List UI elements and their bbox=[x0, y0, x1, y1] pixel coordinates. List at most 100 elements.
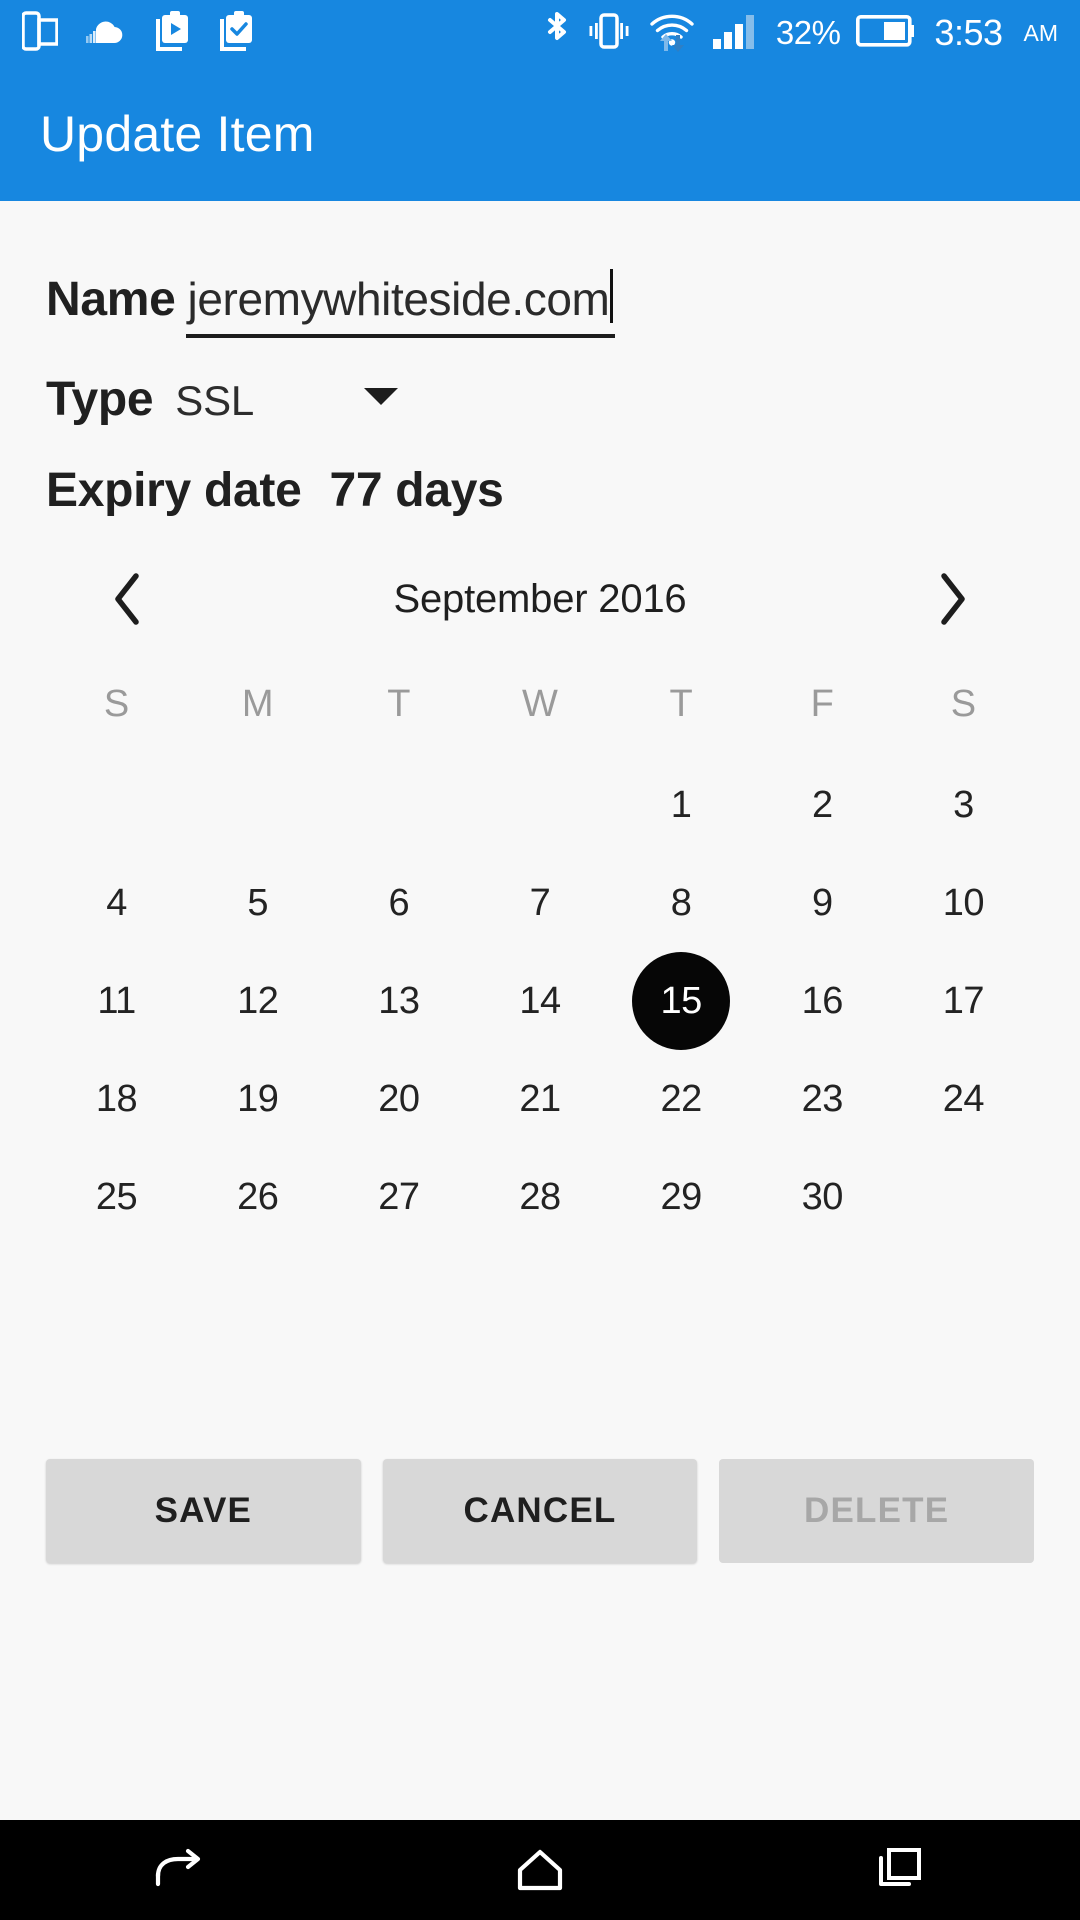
calendar-week-row: 4 5 6 7 8 9 10 bbox=[46, 854, 1034, 952]
expiry-date-label: Expiry date bbox=[46, 464, 302, 517]
save-button[interactable]: SAVE bbox=[46, 1459, 361, 1563]
android-navigation-bar bbox=[0, 1820, 1080, 1920]
calendar-month-label: September 2016 bbox=[393, 576, 687, 621]
day-cell[interactable] bbox=[469, 756, 610, 854]
weekday-label: T bbox=[387, 682, 411, 725]
page-title: Update Item bbox=[40, 105, 315, 162]
day-cell[interactable]: 24 bbox=[893, 1050, 1034, 1148]
wifi-data-icon bbox=[648, 10, 696, 57]
next-month-button[interactable] bbox=[918, 564, 988, 634]
day-cell[interactable]: 2 bbox=[752, 756, 893, 854]
calendar-week-row: 25 26 27 28 29 30 bbox=[46, 1148, 1034, 1246]
day-cell[interactable]: 1 bbox=[611, 756, 752, 854]
multi-window-icon bbox=[21, 10, 59, 56]
day-number: 7 bbox=[529, 881, 551, 924]
day-cell[interactable]: 16 bbox=[752, 952, 893, 1050]
day-cell[interactable]: 5 bbox=[187, 854, 328, 952]
day-number: 19 bbox=[237, 1077, 279, 1120]
day-cell[interactable]: 3 bbox=[893, 756, 1034, 854]
day-cell[interactable]: 11 bbox=[46, 952, 187, 1050]
day-number: 27 bbox=[378, 1175, 420, 1218]
weekday-header-row: S M T W T F S bbox=[46, 652, 1034, 756]
weekday-label: S bbox=[103, 682, 130, 725]
day-cell[interactable]: 30 bbox=[752, 1148, 893, 1246]
day-cell[interactable]: 17 bbox=[893, 952, 1034, 1050]
day-number bbox=[491, 756, 589, 854]
day-cell[interactable]: 29 bbox=[611, 1148, 752, 1246]
day-cell[interactable] bbox=[46, 756, 187, 854]
name-input[interactable]: jeremywhiteside.com bbox=[185, 261, 616, 338]
day-cell[interactable]: 10 bbox=[893, 854, 1034, 952]
day-number: 2 bbox=[811, 783, 833, 826]
status-bar-right-icons: 32% 3:53 AM bbox=[544, 10, 1058, 57]
day-number: 22 bbox=[660, 1077, 702, 1120]
day-cell[interactable] bbox=[893, 1148, 1034, 1246]
day-cell-selected[interactable]: 15 bbox=[611, 952, 752, 1050]
day-cell[interactable]: 7 bbox=[469, 854, 610, 952]
day-cell[interactable]: 20 bbox=[328, 1050, 469, 1148]
day-cell[interactable]: 14 bbox=[469, 952, 610, 1050]
day-number: 12 bbox=[237, 979, 279, 1022]
battery-percent-label: 32% bbox=[775, 14, 841, 51]
weekday-cell: W bbox=[469, 652, 610, 756]
day-cell[interactable]: 26 bbox=[187, 1148, 328, 1246]
day-number bbox=[914, 1148, 1012, 1246]
day-number: 9 bbox=[811, 881, 833, 924]
day-number: 30 bbox=[801, 1175, 844, 1218]
chevron-down-icon[interactable] bbox=[364, 388, 399, 405]
day-number: 16 bbox=[801, 979, 844, 1022]
weekday-cell: S bbox=[46, 652, 187, 756]
name-field-row: Name jeremywhiteside.com bbox=[0, 261, 1080, 338]
weekday-label: T bbox=[669, 682, 693, 725]
action-buttons: SAVE CANCEL DELETE bbox=[0, 1459, 1080, 1563]
weekday-cell: M bbox=[187, 652, 328, 756]
weekday-label: F bbox=[810, 682, 834, 725]
day-cell[interactable]: 9 bbox=[752, 854, 893, 952]
day-number: 1 bbox=[670, 783, 692, 826]
day-number: 3 bbox=[953, 783, 974, 826]
day-cell[interactable]: 25 bbox=[46, 1148, 187, 1246]
back-icon[interactable] bbox=[120, 1820, 240, 1920]
day-number bbox=[209, 756, 307, 854]
day-number bbox=[68, 756, 166, 854]
day-number: 29 bbox=[660, 1175, 702, 1218]
day-number: 10 bbox=[942, 881, 985, 924]
day-cell[interactable]: 8 bbox=[611, 854, 752, 952]
day-number: 23 bbox=[801, 1077, 844, 1120]
day-cell[interactable]: 12 bbox=[187, 952, 328, 1050]
type-field-row[interactable]: Type SSL bbox=[0, 372, 1080, 427]
previous-month-button[interactable] bbox=[92, 564, 162, 634]
day-cell[interactable]: 22 bbox=[611, 1050, 752, 1148]
day-number: 11 bbox=[97, 979, 136, 1022]
day-cell[interactable]: 21 bbox=[469, 1050, 610, 1148]
expiry-days-value: 77 days bbox=[329, 464, 504, 517]
weekday-cell: T bbox=[611, 652, 752, 756]
clipboard-play-icon bbox=[152, 10, 190, 56]
day-cell[interactable]: 27 bbox=[328, 1148, 469, 1246]
day-cell[interactable] bbox=[328, 756, 469, 854]
name-input-value: jeremywhiteside.com bbox=[187, 273, 610, 325]
day-cell[interactable]: 19 bbox=[187, 1050, 328, 1148]
day-cell[interactable]: 13 bbox=[328, 952, 469, 1050]
day-cell[interactable]: 4 bbox=[46, 854, 187, 952]
day-number: 14 bbox=[519, 979, 561, 1022]
type-select-value[interactable]: SSL bbox=[175, 377, 254, 425]
day-cell[interactable] bbox=[187, 756, 328, 854]
day-cell[interactable]: 28 bbox=[469, 1148, 610, 1246]
expiry-date-row: Expiry date 77 days bbox=[0, 463, 1080, 518]
day-cell[interactable]: 23 bbox=[752, 1050, 893, 1148]
cancel-button[interactable]: CANCEL bbox=[382, 1459, 698, 1563]
clock-time: 3:53 bbox=[934, 12, 1003, 53]
day-number: 26 bbox=[237, 1175, 279, 1218]
status-bar-left-icons bbox=[21, 10, 254, 56]
day-number: 21 bbox=[519, 1077, 561, 1120]
home-icon[interactable] bbox=[480, 1820, 600, 1920]
day-number: 4 bbox=[106, 881, 127, 924]
day-number: 24 bbox=[942, 1077, 985, 1120]
day-cell[interactable]: 18 bbox=[46, 1050, 187, 1148]
clipboard-check-icon bbox=[216, 10, 254, 56]
signal-bars-icon bbox=[712, 11, 760, 56]
day-cell[interactable]: 6 bbox=[328, 854, 469, 952]
recents-icon[interactable] bbox=[840, 1820, 960, 1920]
day-number: 20 bbox=[378, 1077, 420, 1120]
